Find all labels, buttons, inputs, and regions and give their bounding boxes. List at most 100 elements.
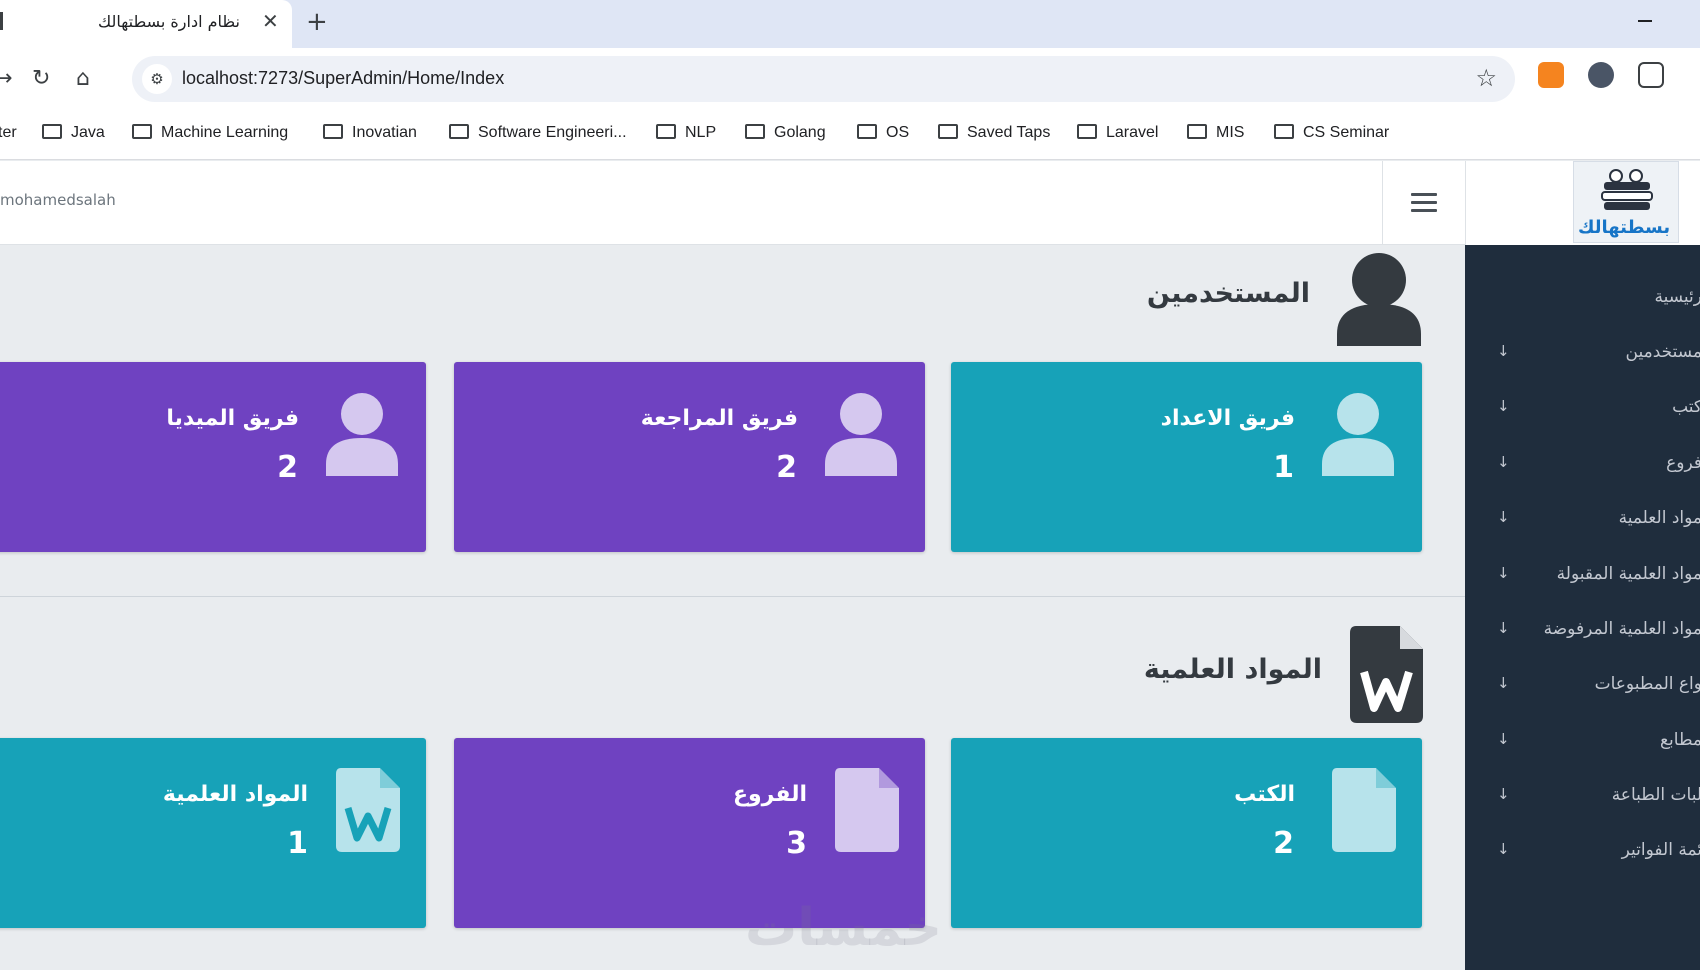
folder-icon — [323, 124, 343, 139]
bookmark-folder[interactable]: OS — [857, 124, 909, 142]
metamask-extension-icon[interactable] — [1538, 62, 1564, 88]
sidebar-item-branches[interactable]: ↓ فروع — [1465, 445, 1700, 485]
username[interactable]: mohamedsalah — [0, 191, 116, 209]
forward-arrow-icon[interactable]: → — [0, 66, 12, 91]
sidebar-item-label: فروع — [1666, 453, 1700, 473]
word-document-icon — [1350, 626, 1423, 723]
reload-icon[interactable]: ↻ — [32, 66, 50, 91]
site-info-icon[interactable]: ⚙ — [142, 64, 172, 94]
browser-tab[interactable]: نظام ادارة بسطتهالك ✕ — [0, 0, 292, 48]
home-icon[interactable]: ⌂ — [76, 66, 90, 91]
stat-card-prep-team[interactable]: فريق الاعداد 1 — [951, 362, 1422, 552]
bookmarks-bar: ter Java Machine Learning Inovatian Soft… — [0, 120, 1700, 150]
user-icon — [326, 393, 398, 476]
sidebar-item-label: مستخدمين — [1625, 342, 1700, 362]
card-label: الكتب — [1234, 782, 1295, 807]
browser-tab-bar: نظام ادارة بسطتهالك ✕ + — [0, 0, 1700, 48]
sidebar-item-label: لبات الطباعة — [1611, 785, 1700, 805]
bookmark-folder[interactable]: Software Engineeri... — [449, 124, 627, 142]
sidebar-item-printers[interactable]: ↓ مطابع — [1465, 722, 1700, 762]
folder-icon — [1274, 124, 1294, 139]
main-content: المستخدمين فريق الاعداد 1 فريق المراجعة … — [0, 246, 1465, 970]
sidebar-item-invoices[interactable]: ↓ ئمة الفواتير — [1465, 832, 1700, 872]
arrow-down-icon: ↓ — [1497, 453, 1510, 471]
minimize-window-button[interactable] — [1638, 20, 1652, 22]
hamburger-bar — [1411, 193, 1437, 196]
extension-avatar-icon[interactable] — [1588, 62, 1614, 88]
stat-card-books[interactable]: الكتب 2 — [951, 738, 1422, 928]
tab-title: نظام ادارة بسطتهالك — [98, 12, 240, 31]
url-text[interactable]: localhost:7273/SuperAdmin/Home/Index — [182, 68, 504, 89]
sidebar: رئيسية ↓ مستخدمين ↓ كتب ↓ فروع ↓ مواد ال… — [1465, 245, 1700, 970]
sidebar-item-print-types[interactable]: ↓ واع المطبوعات — [1465, 666, 1700, 706]
folder-icon — [1187, 124, 1207, 139]
extensions-puzzle-icon[interactable] — [1638, 62, 1664, 88]
materials-section-title: المواد العلمية — [1143, 654, 1322, 685]
browser-toolbar: → ↻ ⌂ ⚙ localhost:7273/SuperAdmin/Home/I… — [0, 48, 1700, 160]
tab-close-icon[interactable]: ✕ — [262, 9, 279, 33]
sidebar-item-print-requests[interactable]: ↓ لبات الطباعة — [1465, 777, 1700, 817]
bookmark-folder[interactable]: Saved Taps — [938, 124, 1050, 142]
sidebar-item-label: مواد العلمية المرفوضة — [1543, 619, 1700, 639]
tab-edge — [0, 12, 3, 30]
stat-card-media-team[interactable]: فريق الميديا 2 — [0, 362, 426, 552]
sidebar-item-label: مواد العلمية — [1618, 508, 1700, 528]
arrow-down-icon: ↓ — [1497, 564, 1510, 582]
arrow-down-icon: ↓ — [1497, 619, 1510, 637]
hamburger-bar — [1411, 209, 1437, 212]
sidebar-item-books[interactable]: ↓ كتب — [1465, 389, 1700, 429]
folder-icon — [132, 124, 152, 139]
bookmark-folder[interactable]: Machine Learning — [132, 124, 288, 142]
bookmark-item[interactable]: ter — [0, 124, 17, 142]
watermark: خمسات — [745, 898, 943, 958]
bookmark-folder[interactable]: MIS — [1187, 124, 1244, 142]
sidebar-item-label: واع المطبوعات — [1594, 674, 1700, 694]
arrow-down-icon: ↓ — [1497, 730, 1510, 748]
card-count: 1 — [1273, 450, 1294, 485]
bookmark-folder[interactable]: Inovatian — [323, 124, 417, 142]
new-tab-button[interactable]: + — [306, 7, 328, 37]
arrow-down-icon: ↓ — [1497, 785, 1510, 803]
section-divider — [0, 596, 1465, 597]
app-logo[interactable]: بسطتهالك — [1573, 161, 1679, 243]
menu-toggle-button[interactable] — [1382, 161, 1465, 245]
user-icon — [1337, 253, 1421, 346]
sidebar-item-label: مطابع — [1659, 730, 1700, 750]
bookmark-folder[interactable]: Golang — [745, 124, 826, 142]
sidebar-item-accepted-materials[interactable]: ↓ مواد العلمية المقبولة — [1465, 556, 1700, 596]
file-icon — [835, 768, 899, 852]
card-count: 2 — [1273, 826, 1294, 861]
sidebar-item-label: ئمة الفواتير — [1621, 840, 1700, 860]
folder-icon — [42, 124, 62, 139]
card-label: المواد العلمية — [162, 782, 308, 807]
folder-icon — [1077, 124, 1097, 139]
bookmark-folder[interactable]: Laravel — [1077, 124, 1158, 142]
hamburger-bar — [1411, 201, 1437, 204]
stat-card-review-team[interactable]: فريق المراجعة 2 — [454, 362, 925, 552]
stat-card-materials[interactable]: المواد العلمية 1 — [0, 738, 426, 928]
address-bar[interactable]: ⚙ localhost:7273/SuperAdmin/Home/Index ☆ — [132, 56, 1515, 102]
bookmark-folder[interactable]: Java — [42, 124, 105, 142]
card-label: فريق المراجعة — [640, 406, 798, 431]
card-count: 3 — [786, 826, 807, 861]
arrow-down-icon: ↓ — [1497, 342, 1510, 360]
sidebar-item-materials[interactable]: ↓ مواد العلمية — [1465, 500, 1700, 540]
user-icon — [1322, 393, 1394, 476]
app-header: mohamedsalah — [0, 161, 1465, 245]
file-icon — [1332, 768, 1396, 852]
brand-area: بسطتهالك — [1465, 161, 1700, 245]
bookmark-star-icon[interactable]: ☆ — [1475, 64, 1497, 92]
sidebar-item-rejected-materials[interactable]: ↓ مواد العلمية المرفوضة — [1465, 611, 1700, 651]
card-label: فريق الميديا — [166, 406, 299, 431]
sidebar-item-users[interactable]: ↓ مستخدمين — [1465, 334, 1700, 374]
sidebar-item-home[interactable]: رئيسية — [1465, 279, 1700, 319]
bookmark-folder[interactable]: CS Seminar — [1274, 124, 1389, 142]
bookmark-folder[interactable]: NLP — [656, 124, 716, 142]
users-section-title: المستخدمين — [1146, 278, 1310, 309]
folder-icon — [449, 124, 469, 139]
folder-icon — [938, 124, 958, 139]
card-count: 2 — [776, 450, 797, 485]
card-count: 2 — [277, 450, 298, 485]
folder-icon — [656, 124, 676, 139]
arrow-down-icon: ↓ — [1497, 840, 1510, 858]
